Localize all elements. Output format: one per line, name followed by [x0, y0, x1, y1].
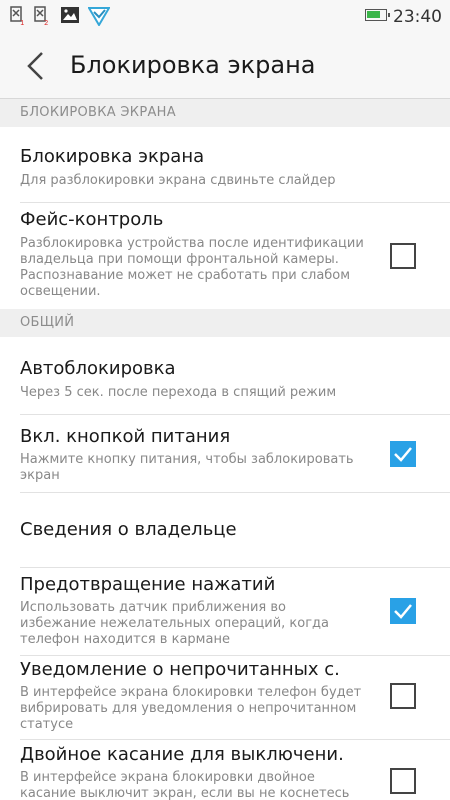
setting-unread-notifications[interactable]: Уведомление о непрочитанных с. В интерфе…	[0, 656, 450, 740]
battery-level-fill	[367, 11, 380, 18]
section-label: ОБЩИЙ	[20, 315, 75, 330]
setting-description: В интерфейсе экрана блокировки двойное к…	[20, 770, 350, 800]
setting-double-tap-off[interactable]: Двойное касание для выключени. В интерфе…	[0, 740, 450, 800]
setting-screen-lock[interactable]: Блокировка экрана Для разблокировки экра…	[0, 127, 450, 203]
setting-title: Блокировка экрана	[20, 146, 205, 167]
setting-power-button-lock[interactable]: Вкл. кнопкой питания Нажмите кнопку пита…	[0, 415, 450, 493]
setting-owner-info[interactable]: Сведения о владельце	[0, 493, 450, 568]
gallery-icon	[61, 7, 79, 23]
setting-title: Вкл. кнопкой питания	[20, 426, 231, 447]
section-label: БЛОКИРОВКА ЭКРАНА	[20, 105, 176, 120]
setting-title: Уведомление о непрочитанных с.	[20, 659, 340, 680]
setting-description: Использовать датчик приближения во избеж…	[20, 600, 330, 647]
setting-description: В интерфейсе экрана блокировки телефон б…	[20, 685, 362, 732]
section-header-general: ОБЩИЙ	[0, 309, 450, 337]
setting-description: Для разблокировки экрана сдвиньте слайде…	[20, 173, 336, 188]
app-bar: Блокировка экрана	[0, 34, 450, 99]
setting-prevent-touches[interactable]: Предотвращение нажатий Использовать датч…	[0, 568, 450, 656]
clock: 23:40	[393, 7, 442, 27]
checkmark-icon	[394, 604, 412, 619]
prevent-touches-checkbox[interactable]	[390, 598, 416, 624]
setting-title: Предотвращение нажатий	[20, 574, 276, 595]
setting-title: Сведения о владельце	[20, 519, 237, 540]
setting-description: Разблокировка устройства после идентифик…	[20, 236, 364, 299]
setting-description: Нажмите кнопку питания, чтобы заблокиров…	[20, 452, 354, 483]
checkmark-icon	[394, 447, 412, 462]
power-button-lock-checkbox[interactable]	[390, 441, 416, 467]
double-tap-off-checkbox[interactable]	[390, 768, 416, 794]
svg-text:1: 1	[20, 19, 24, 26]
sim1-no-signal-icon: 1	[10, 6, 24, 26]
sim2-no-signal-icon: 2	[34, 6, 48, 26]
setting-description: Через 5 сек. после перехода в спящий реж…	[20, 385, 337, 400]
section-header-screen-lock: БЛОКИРОВКА ЭКРАНА	[0, 99, 450, 127]
page-title: Блокировка экрана	[70, 51, 316, 79]
shield-icon	[88, 7, 110, 26]
battery-icon	[365, 9, 390, 21]
face-control-checkbox[interactable]	[390, 243, 416, 269]
setting-title: Автоблокировка	[20, 358, 176, 379]
setting-auto-lock[interactable]: Автоблокировка Через 5 сек. после перехо…	[0, 337, 450, 415]
setting-title: Двойное касание для выключени.	[20, 744, 344, 765]
unread-notifications-checkbox[interactable]	[390, 683, 416, 709]
back-arrow-icon[interactable]	[22, 50, 48, 82]
svg-text:2: 2	[44, 19, 48, 26]
setting-face-control[interactable]: Фейс-контроль Разблокировка устройства п…	[0, 203, 450, 309]
status-bar: 1 2 23:40	[0, 0, 450, 34]
setting-title: Фейс-контроль	[20, 209, 164, 230]
